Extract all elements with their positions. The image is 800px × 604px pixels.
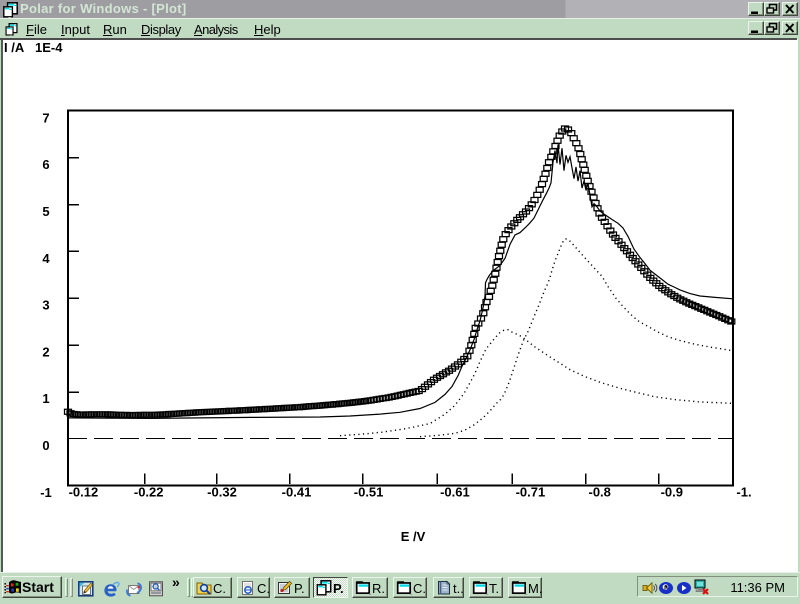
svg-text:3: 3 [42,298,49,313]
svg-text:6: 6 [42,157,49,172]
svg-text:E /V: E /V [401,529,426,544]
svg-text:-0.8: -0.8 [588,485,610,500]
svg-text:5: 5 [42,204,49,219]
svg-text:-0.12: -0.12 [69,485,99,500]
svg-text:-0.22: -0.22 [134,485,164,500]
svg-text:7: 7 [42,110,49,125]
svg-text:-1: -1 [40,485,52,500]
svg-text:-0.41: -0.41 [282,485,312,500]
svg-text:-0.51: -0.51 [354,485,384,500]
svg-text:4: 4 [42,251,50,266]
svg-text:0: 0 [42,438,49,453]
svg-text:2: 2 [42,344,49,359]
svg-text:1: 1 [42,391,49,406]
svg-text:-0.32: -0.32 [207,485,237,500]
svg-text:-1.: -1. [736,485,751,500]
svg-text:-0.61: -0.61 [440,485,470,500]
svg-text:1E-4: 1E-4 [35,40,63,55]
svg-text:I /A: I /A [4,40,25,55]
svg-text:-0.71: -0.71 [516,485,546,500]
svg-text:-0.9: -0.9 [661,485,683,500]
